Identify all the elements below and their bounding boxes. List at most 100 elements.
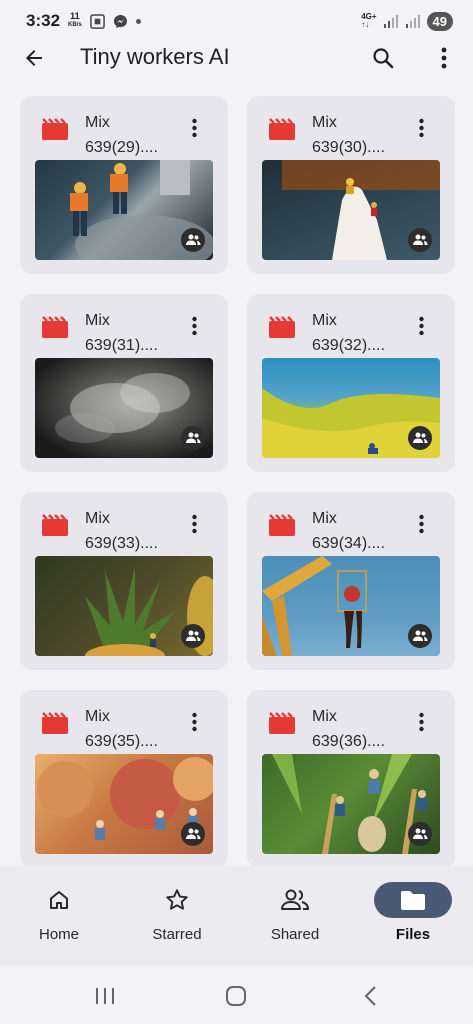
nav-label: Shared	[270, 926, 320, 943]
home-nav-button[interactable]	[216, 980, 256, 1012]
file-more-button[interactable]	[409, 510, 433, 538]
file-name: Mix 639(32)....	[312, 312, 385, 354]
status-time: 3:32	[26, 11, 61, 30]
file-more-button[interactable]	[409, 312, 433, 340]
file-card[interactable]: Mix 639(32)....	[247, 294, 455, 472]
shared-badge	[181, 426, 205, 450]
file-more-button[interactable]	[182, 312, 206, 340]
screenshot-icon	[89, 13, 105, 29]
file-grid: Mix 639(29).... Mix 639(30).... Mix 639(31)…	[0, 96, 473, 866]
file-name: Mix 639(35)....	[85, 708, 158, 750]
video-file-icon	[42, 316, 68, 338]
file-card[interactable]: Mix 639(35)....	[20, 690, 228, 866]
more-vert-icon	[418, 118, 424, 138]
nav-files[interactable]: Files	[354, 866, 472, 966]
shared-badge	[181, 624, 205, 648]
shared-people-icon	[186, 630, 201, 641]
video-thumbnail[interactable]	[262, 358, 440, 458]
video-file-icon	[269, 118, 295, 140]
file-name: Mix 639(36)....	[312, 708, 385, 750]
more-vert-icon	[418, 514, 424, 534]
video-thumbnail[interactable]	[262, 754, 440, 854]
home-circle-icon	[226, 986, 246, 1006]
nav-home[interactable]: Home	[0, 866, 118, 966]
bottom-navigation: Home Starred Shared Files	[0, 866, 473, 966]
nav-shared[interactable]: Shared	[236, 866, 354, 966]
home-icon	[50, 891, 68, 909]
shared-badge	[408, 624, 432, 648]
video-thumbnail[interactable]	[262, 160, 440, 260]
signal-icon	[383, 15, 398, 28]
search-icon	[373, 48, 394, 69]
more-vert-icon	[191, 316, 197, 336]
video-thumbnail[interactable]	[35, 160, 213, 260]
video-thumbnail[interactable]	[35, 556, 213, 656]
file-more-button[interactable]	[182, 510, 206, 538]
arrow-back-icon	[26, 50, 42, 66]
video-file-icon	[269, 316, 295, 338]
shared-badge	[181, 822, 205, 846]
file-card[interactable]: Mix 639(34)....	[247, 492, 455, 670]
file-card[interactable]: Mix 639(30)....	[247, 96, 455, 274]
recent-apps-icon	[96, 988, 114, 1004]
nav-label: Home	[38, 926, 79, 943]
back-button[interactable]	[18, 42, 50, 74]
signal-icon-2	[405, 15, 420, 28]
shared-people-icon	[186, 828, 201, 839]
battery-indicator: 49	[426, 11, 453, 31]
back-nav-button[interactable]	[350, 980, 390, 1012]
file-name: Mix 639(29)....	[85, 114, 158, 156]
nav-label: Starred	[152, 926, 202, 943]
more-vert-icon	[191, 712, 197, 732]
network-speed: 11 KB/s	[68, 11, 82, 29]
file-more-button[interactable]	[182, 708, 206, 736]
file-name: Mix 639(34)....	[312, 510, 385, 552]
star-icon	[166, 889, 188, 910]
video-file-icon	[269, 712, 295, 734]
shared-people-icon	[413, 630, 428, 641]
video-thumbnail[interactable]	[35, 358, 213, 458]
more-vert-icon	[191, 514, 197, 534]
more-vert-icon	[418, 316, 424, 336]
file-name: Mix 639(31)....	[85, 312, 158, 354]
video-thumbnail[interactable]	[262, 556, 440, 656]
shared-badge	[408, 228, 432, 252]
shared-people-icon	[413, 234, 428, 245]
shared-people-icon	[186, 432, 201, 443]
search-button[interactable]	[367, 42, 399, 74]
more-vert-icon	[191, 118, 197, 138]
video-thumbnail[interactable]	[35, 754, 213, 854]
folder-icon	[401, 891, 425, 910]
file-card[interactable]: Mix 639(33)....	[20, 492, 228, 670]
back-chevron-icon	[364, 986, 376, 1006]
more-vert-icon	[418, 712, 424, 732]
shared-badge	[408, 822, 432, 846]
video-file-icon	[42, 514, 68, 536]
file-more-button[interactable]	[409, 114, 433, 142]
file-card[interactable]: Mix 639(31)....	[20, 294, 228, 472]
nav-starred[interactable]: Starred	[118, 866, 236, 966]
app-bar: Tiny workers AI	[0, 30, 473, 82]
video-file-icon	[42, 118, 68, 140]
nav-label: Files	[395, 926, 431, 943]
shared-people-icon	[186, 234, 201, 245]
shared-people-icon	[413, 432, 428, 443]
file-more-button[interactable]	[409, 708, 433, 736]
messenger-icon	[113, 14, 127, 28]
shared-people-icon	[413, 828, 428, 839]
more-options-button[interactable]	[428, 42, 460, 74]
file-card[interactable]: Mix 639(36)....	[247, 690, 455, 866]
more-vert-icon	[441, 47, 447, 69]
recent-apps-button[interactable]	[85, 980, 125, 1012]
network-type: 4G+ ↑↓	[361, 12, 377, 29]
system-navigation-bar	[0, 966, 473, 1024]
file-name: Mix 639(33)....	[85, 510, 158, 552]
page-title: Tiny workers AI	[80, 44, 230, 69]
shared-badge	[408, 426, 432, 450]
video-file-icon	[42, 712, 68, 734]
video-file-icon	[269, 514, 295, 536]
file-more-button[interactable]	[182, 114, 206, 142]
file-card[interactable]: Mix 639(29)....	[20, 96, 228, 274]
notification-dot	[135, 18, 141, 24]
shared-badge	[181, 228, 205, 252]
